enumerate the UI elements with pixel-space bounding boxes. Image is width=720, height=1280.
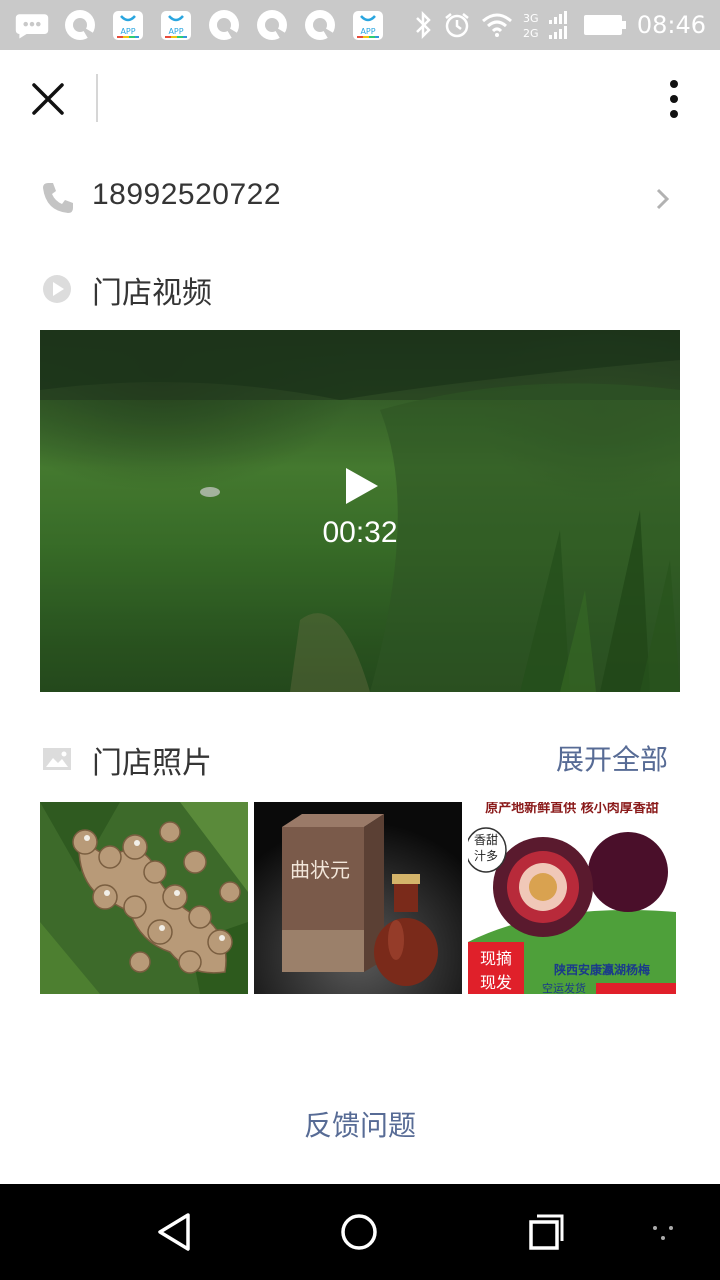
feedback-link[interactable]: 反馈问题 (0, 1104, 720, 1144)
bayberry-bottom-text: 陕西安康瀛湖杨梅 (554, 962, 650, 977)
loquat-photo[interactable] (40, 802, 248, 994)
home-circle-icon (341, 1214, 377, 1250)
liquor-photo[interactable]: 曲状元 (254, 802, 462, 994)
menu-dots-icon (653, 1226, 673, 1240)
close-button[interactable] (24, 75, 72, 123)
status-time: 08:46 (636, 11, 706, 39)
expand-all-link[interactable]: 展开全部 (556, 738, 668, 778)
bayberry-tag-2: 现发 (480, 973, 512, 992)
signal-3g-icon: 3G 2G (523, 11, 567, 40)
recents-button[interactable] (522, 1208, 570, 1256)
bayberry-photo[interactable]: 原产地新鲜直供 核小肉厚香甜 香甜 汁多 现摘 现发 陕西安康瀛湖杨梅 空运发货 (468, 802, 676, 994)
phone-number: 18992520722 (92, 178, 282, 211)
play-circle-icon (43, 275, 71, 303)
video-duration: 00:32 (322, 516, 398, 549)
alarm-icon (445, 13, 469, 38)
wifi-icon (481, 13, 512, 37)
bayberry-bubble-1: 香甜 (474, 833, 498, 847)
bayberry-tag-1: 现摘 (480, 949, 512, 968)
browser-icon (302, 7, 338, 43)
phone-icon (43, 183, 73, 213)
video-section-title: 门店视频 (92, 276, 212, 311)
browser-icon (62, 7, 98, 43)
more-vert-icon (670, 80, 678, 118)
photo-grid: 曲状元 原产地新鲜直供 核小肉厚香甜 香甜 汁多 现摘 现发 陕西安康瀛湖杨梅 … (40, 802, 680, 994)
message-icon (14, 7, 50, 43)
video-section-header: 门店视频 (0, 262, 720, 312)
app-badge-text: APP (120, 27, 135, 36)
more-button[interactable] (654, 74, 694, 124)
back-triangle-icon (158, 1213, 190, 1251)
app-badge-text: APP (360, 27, 375, 36)
app-store-icon: APP (110, 7, 146, 43)
home-button[interactable] (335, 1208, 383, 1256)
chevron-right-icon (656, 188, 670, 210)
store-video[interactable]: 00:32 (40, 330, 680, 692)
bayberry-bubble-2: 汁多 (474, 849, 498, 863)
title-bar (0, 50, 720, 148)
video-thumbnail (40, 330, 680, 692)
navigation-bar (0, 1184, 720, 1280)
battery-icon (583, 15, 626, 35)
status-bar: APP APP APP 3G 2G 08:46 (0, 0, 720, 50)
app-store-icon: APP (350, 7, 386, 43)
close-icon (32, 83, 64, 115)
menu-dots-button[interactable] (640, 1208, 688, 1256)
network-label-3g: 3G (523, 12, 539, 25)
network-label-2g: 2G (523, 27, 539, 40)
phone-row[interactable]: 18992520722 (0, 158, 720, 238)
photos-section-title: 门店照片 (92, 746, 212, 781)
back-button[interactable] (150, 1208, 198, 1256)
photos-section-header: 门店照片 展开全部 (0, 732, 720, 782)
bayberry-top-text: 原产地新鲜直供 核小肉厚香甜 (485, 802, 659, 816)
bayberry-bottom-text-2: 空运发货 (542, 981, 586, 994)
app-badge-text: APP (168, 27, 183, 36)
app-store-icon: APP (158, 7, 194, 43)
browser-icon (254, 7, 290, 43)
recents-square-icon (529, 1214, 564, 1250)
notification-icons: APP APP APP (0, 7, 386, 43)
liquor-brand-text: 曲状元 (290, 858, 350, 882)
title-divider (96, 74, 98, 122)
image-icon (43, 748, 71, 770)
browser-icon (206, 7, 242, 43)
play-icon[interactable] (344, 466, 380, 506)
bluetooth-icon (415, 11, 431, 39)
system-icons: 3G 2G 08:46 (413, 0, 706, 50)
